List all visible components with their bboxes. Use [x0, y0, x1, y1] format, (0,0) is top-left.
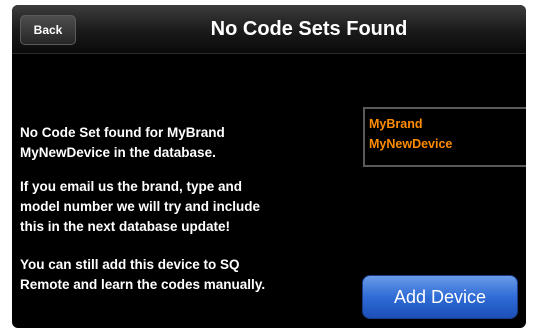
email-line-2: model number we will try and include	[20, 199, 261, 214]
manual-line-1: You can still add this device to SQ	[20, 257, 240, 272]
not-found-paragraph: No Code Set found for MyBrand MyNewDevic…	[20, 123, 350, 163]
device-name: MyNewDevice	[369, 137, 453, 151]
manual-paragraph: You can still add this device to SQ Remo…	[20, 255, 350, 295]
app-screen: Back No Code Sets Found No Code Set foun…	[12, 5, 526, 328]
not-found-line-1: No Code Set found for MyBrand	[20, 125, 225, 140]
info-message: No Code Set found for MyBrand MyNewDevic…	[20, 123, 350, 313]
not-found-line-2: MyNewDevice in the database.	[20, 145, 216, 160]
page-title: No Code Sets Found	[210, 18, 408, 40]
manual-line-2: Remote and learn the codes manually.	[20, 277, 266, 292]
back-button[interactable]: Back	[20, 15, 76, 45]
add-device-button[interactable]: Add Device	[362, 275, 518, 319]
device-brand: MyBrand	[369, 117, 423, 131]
email-line-1: If you email us the brand, type and	[20, 179, 243, 194]
email-paragraph: If you email us the brand, type and mode…	[20, 177, 350, 237]
navigation-bar: Back No Code Sets Found	[12, 5, 526, 54]
device-info-box: MyBrand MyNewDevice	[363, 107, 526, 167]
email-line-3: this in the next database update!	[20, 219, 231, 234]
